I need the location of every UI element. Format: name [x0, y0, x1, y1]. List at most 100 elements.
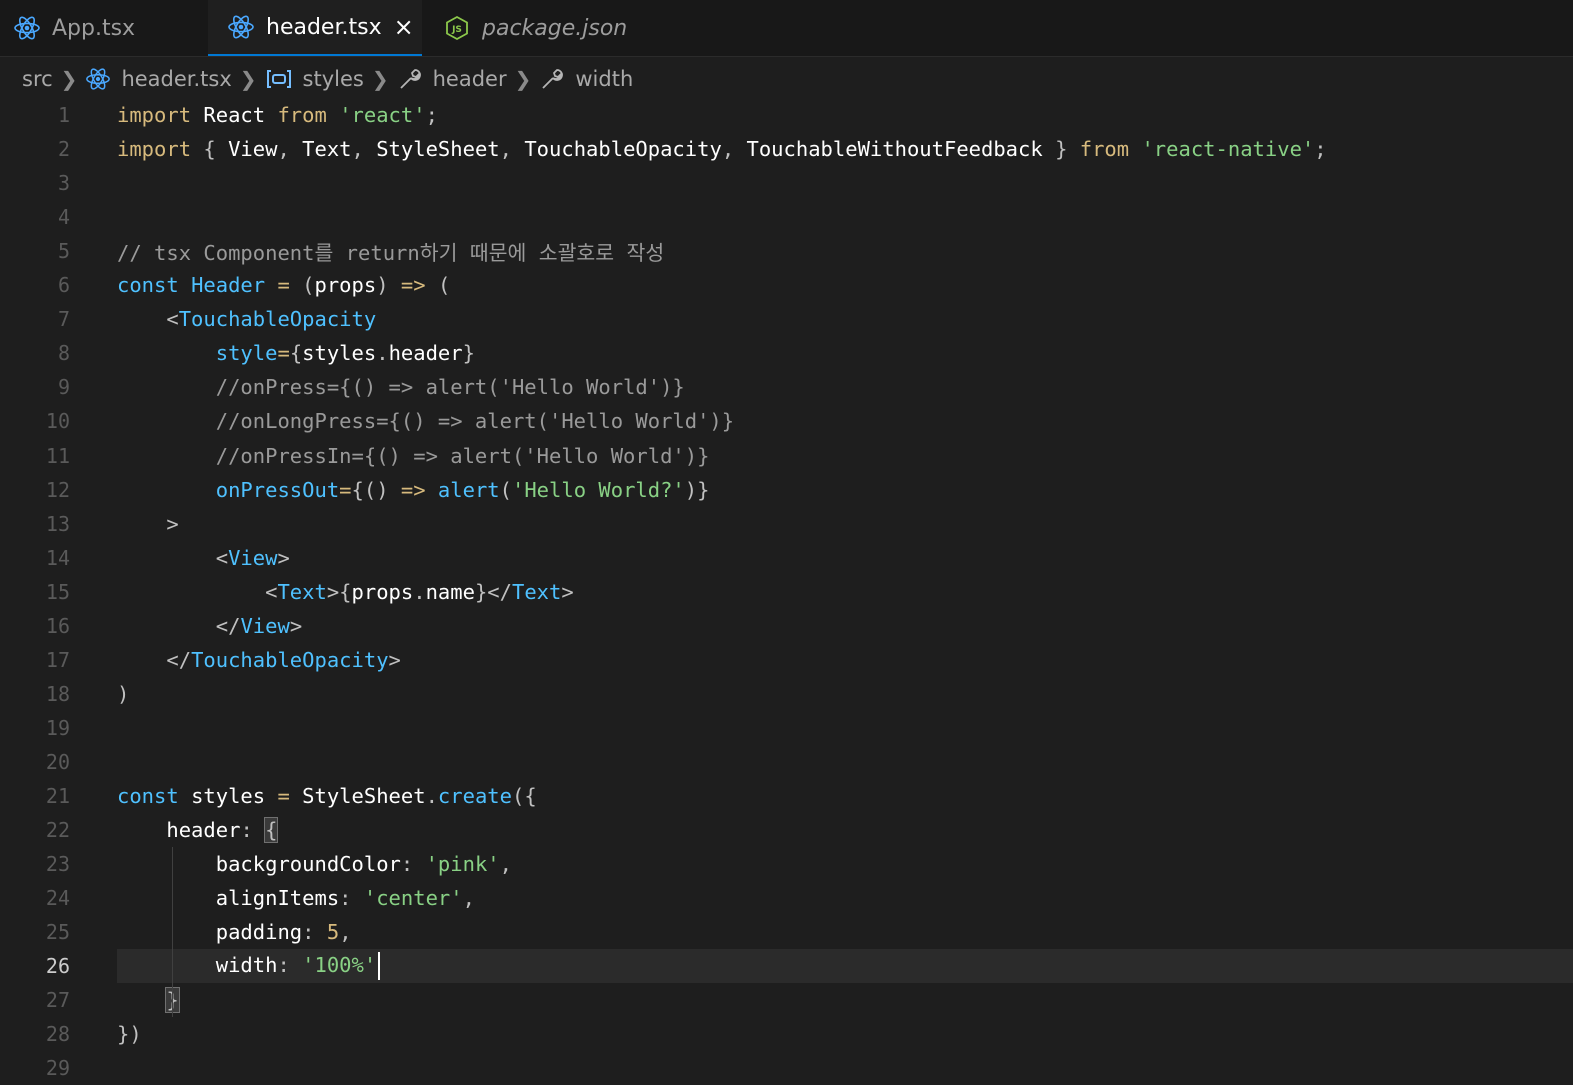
tab-header-tsx[interactable]: header.tsx × [208, 0, 422, 56]
code-line[interactable]: 12 onPressOut={() => alert('Hello World?… [0, 473, 1573, 507]
line-number: 25 [45, 920, 70, 945]
code-line[interactable]: 1 import React from 'react'; [0, 98, 1573, 132]
breadcrumb-label: header.tsx [121, 66, 232, 91]
close-icon[interactable]: × [394, 13, 414, 41]
code-token: () [363, 477, 389, 502]
code-line[interactable]: 14 <View> [0, 541, 1573, 575]
code-token: { [264, 817, 279, 844]
code-token: name [425, 579, 475, 604]
line-number: 29 [45, 1056, 70, 1081]
code-token: styles [302, 341, 377, 366]
chevron-right-icon: ❯ [239, 66, 257, 91]
code-line[interactable]: 23 backgroundColor: 'pink', [0, 847, 1573, 881]
code-token: > [561, 579, 574, 604]
code-line[interactable]: 10 //onLongPress={() => alert('Hello Wor… [0, 404, 1573, 438]
react-icon [12, 13, 42, 43]
code-text: onPressOut={() => alert('Hello World?')} [117, 477, 710, 502]
code-token: { [203, 137, 216, 162]
code-line[interactable]: 26 width: '100%' [0, 949, 1573, 984]
code-token: padding [215, 920, 303, 945]
code-line[interactable]: 11 //onPressIn={() => alert('Hello World… [0, 439, 1573, 473]
code-line[interactable]: 4 [0, 200, 1573, 234]
code-line[interactable]: 28}) [0, 1017, 1573, 1051]
code-token: Text [277, 579, 327, 604]
code-line[interactable]: 5 // tsx Component를 return하기 때문에 소괄호로 작성 [0, 234, 1573, 268]
code-token: Text [511, 579, 562, 604]
code-token: , [339, 920, 352, 945]
line-number: 21 [45, 784, 70, 808]
code-token: Text [302, 137, 352, 162]
code-line[interactable]: 16 </View> [0, 609, 1573, 643]
line-number: 20 [45, 749, 70, 774]
code-line[interactable]: 25 padding: 5, [0, 915, 1573, 949]
code-line[interactable]: 6 const Header = (props) => ( [0, 268, 1573, 302]
code-line[interactable]: 24 alignItems: 'center', [0, 881, 1573, 915]
code-token: , [499, 852, 512, 877]
code-line[interactable]: 15 <Text>{props.name}</Text> [0, 575, 1573, 609]
code-token: = [277, 341, 290, 366]
code-token: const [117, 273, 179, 298]
code-line[interactable]: 9 //onPress={() => alert('Hello World')} [0, 370, 1573, 404]
line-number: 7 [57, 307, 70, 332]
tab-app-tsx[interactable]: App.tsx [0, 0, 208, 56]
tab-label: App.tsx [52, 15, 136, 41]
code-editor[interactable]: 1 import React from 'react'; 2 import { Vie… [0, 97, 1573, 1080]
code-token: < [215, 545, 229, 570]
code-text: style={styles.header} [117, 341, 475, 365]
code-token: { [289, 341, 303, 366]
code-line[interactable]: 21 const styles = StyleSheet.create({ [0, 779, 1573, 813]
code-line[interactable]: 27 } [0, 983, 1573, 1017]
code-token: 'pink' [425, 852, 500, 877]
breadcrumb-src[interactable]: src [22, 67, 53, 91]
code-line[interactable]: 13 > [0, 507, 1573, 541]
code-token: , [462, 886, 475, 911]
code-token: ; [425, 103, 438, 127]
code-line[interactable]: 7 <TouchableOpacity [0, 302, 1573, 336]
code-token: ) [117, 681, 130, 706]
code-line[interactable]: 2 import { View, Text, StyleSheet, Toucha… [0, 132, 1573, 166]
code-line[interactable]: 19 [0, 711, 1573, 745]
code-token: </ [166, 647, 192, 672]
breadcrumb-label: styles [302, 66, 364, 91]
code-line[interactable]: 17 </TouchableOpacity> [0, 643, 1573, 677]
breadcrumb: src ❯ header.tsx ❯ styles ❯ header ❯ wid… [0, 57, 1573, 100]
tab-bar: App.tsx header.tsx × JS package.json [0, 0, 1573, 57]
code-token: </ [215, 613, 241, 638]
svg-text:JS: JS [451, 25, 462, 35]
code-line[interactable]: 20 [0, 745, 1573, 779]
code-token: } [462, 341, 475, 366]
breadcrumb-label: width [575, 66, 634, 91]
breadcrumb-styles[interactable]: styles [265, 67, 364, 91]
chevron-right-icon: ❯ [371, 66, 389, 91]
breadcrumb-header[interactable]: header [397, 66, 507, 92]
breadcrumb-file[interactable]: header.tsx [85, 66, 232, 92]
code-token: 'react-native' [1141, 137, 1315, 162]
code-token: View [228, 545, 278, 570]
code-token: < [265, 579, 278, 604]
breadcrumb-width[interactable]: width [539, 66, 633, 92]
tab-package-json[interactable]: JS package.json [432, 0, 652, 56]
line-number: 12 [45, 477, 70, 502]
code-text: //onLongPress={() => alert('Hello World'… [117, 409, 734, 433]
code-line[interactable]: 18) [0, 677, 1573, 711]
code-line[interactable]: 3 [0, 166, 1573, 200]
line-number: 11 [45, 443, 70, 468]
code-text: import React from 'react'; [117, 103, 438, 127]
code-line[interactable]: 8 style={styles.header} [0, 336, 1573, 370]
code-line[interactable]: 22 header: { [0, 813, 1573, 847]
code-token: )} [684, 477, 710, 502]
code-text: > [117, 512, 178, 536]
code-token: } [1055, 137, 1068, 162]
line-number: 15 [45, 579, 70, 604]
code-token: }) [117, 1022, 142, 1047]
